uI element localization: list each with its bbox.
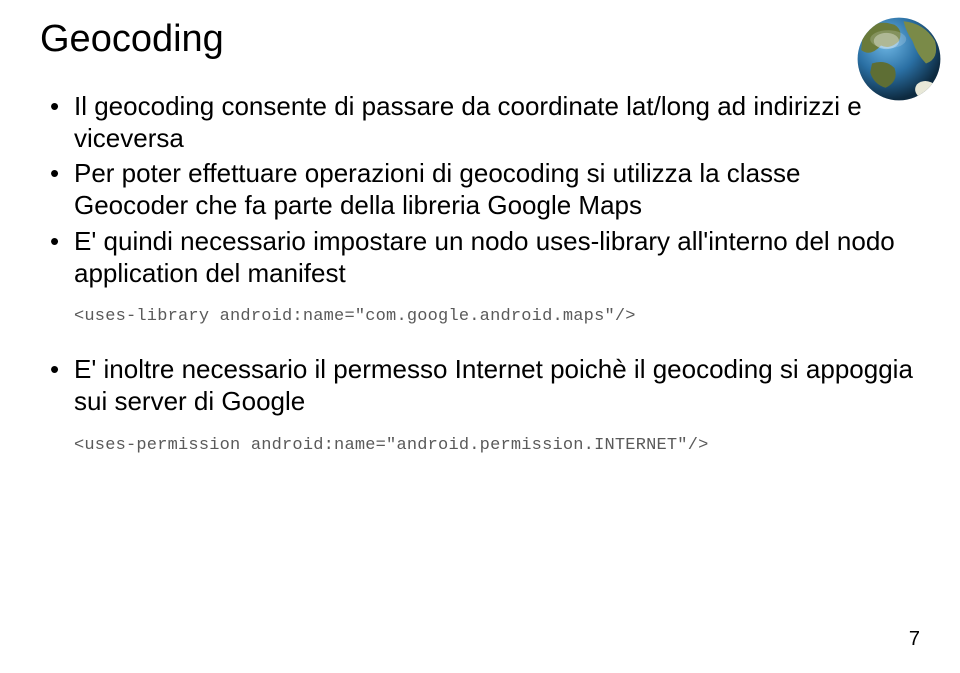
bullet-list-2: E' inoltre necessario il permesso Intern… [40, 354, 920, 417]
bullet-item: Per poter effettuare operazioni di geoco… [40, 158, 920, 221]
slide: Geocoding Il geocoding consente di passa… [0, 0, 960, 673]
code-snippet-uses-library: <uses-library android:name="com.google.a… [74, 307, 920, 326]
bullet-item: E' inoltre necessario il permesso Intern… [40, 354, 920, 417]
bullet-list: Il geocoding consente di passare da coor… [40, 91, 920, 289]
bullet-item: Il geocoding consente di passare da coor… [40, 91, 920, 154]
code-snippet-uses-permission: <uses-permission android:name="android.p… [74, 436, 920, 455]
page-title: Geocoding [40, 18, 920, 61]
bullet-item: E' quindi necessario impostare un nodo u… [40, 226, 920, 289]
page-number: 7 [909, 628, 920, 651]
